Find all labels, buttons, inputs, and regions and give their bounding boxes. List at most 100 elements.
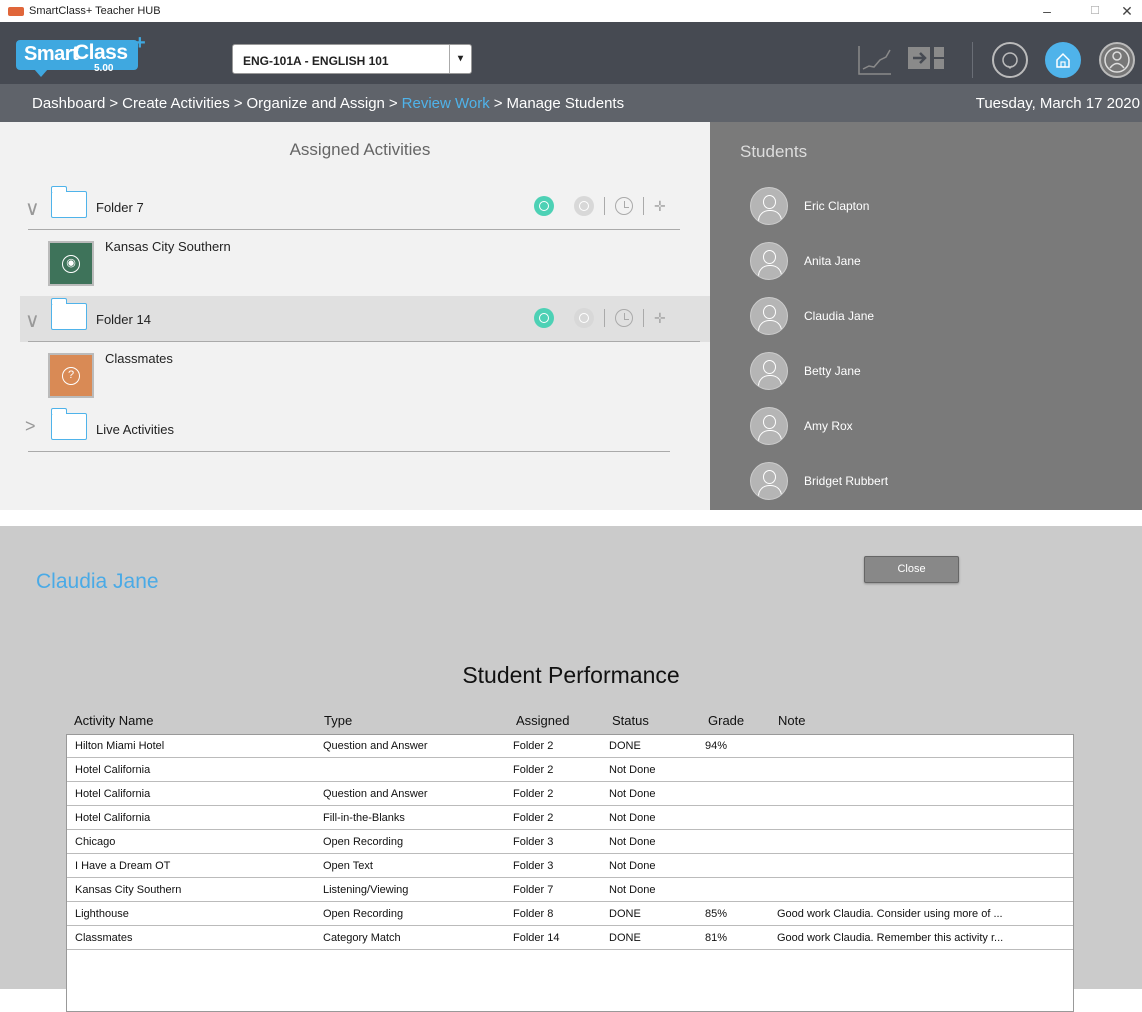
- avatar: [750, 187, 788, 225]
- breadcrumb-review-work[interactable]: Review Work: [402, 95, 490, 112]
- activity-thumbnail[interactable]: ?: [48, 353, 94, 398]
- folder-row-folder-7[interactable]: ∨ Folder 7 ✛: [0, 184, 710, 230]
- folder-row-folder-14[interactable]: ∨ Folder 14 ✛: [20, 296, 710, 342]
- cell-status: Not Done: [609, 884, 656, 896]
- app-header: Smart Class + 5.00: [0, 22, 1142, 84]
- breadcrumb-create-activities[interactable]: Create Activities: [122, 95, 230, 112]
- folder-name: Folder 7: [96, 200, 144, 215]
- move-icon[interactable]: ✛: [654, 198, 666, 215]
- breadcrumb-separator: >: [109, 95, 119, 112]
- folder-actions: ✛: [534, 196, 666, 216]
- activity-row-classmates[interactable]: ? Classmates: [0, 342, 710, 406]
- chevron-right-icon[interactable]: >: [25, 416, 36, 437]
- cell-activity-name: Hotel California: [75, 788, 151, 800]
- cell-status: DONE: [609, 932, 641, 944]
- column-header: Activity Name: [74, 713, 154, 728]
- check-circle-icon[interactable]: [534, 308, 554, 328]
- student-name: Claudia Jane: [804, 309, 875, 323]
- cell-type: Question and Answer: [323, 740, 428, 752]
- check-circle-icon[interactable]: [534, 196, 554, 216]
- folder-icon: [50, 186, 87, 218]
- cell-activity-name: Chicago: [75, 836, 116, 848]
- cell-assigned: Folder 3: [513, 836, 554, 848]
- home-icon[interactable]: [1045, 42, 1081, 78]
- app-window: SmartClass+ Teacher HUB – ☐ ✕ Smart Clas…: [0, 0, 1142, 510]
- cell-status: Not Done: [609, 836, 656, 848]
- student-name: Bridget Rubbert: [804, 474, 889, 488]
- cancel-circle-icon[interactable]: [574, 196, 594, 216]
- table-row[interactable]: Hilton Miami Hotel Question and Answer Fol…: [67, 735, 1073, 758]
- table-row[interactable]: Classmates Category Match Folder 14 DONE 81%…: [67, 927, 1073, 950]
- move-icon[interactable]: ✛: [654, 310, 666, 327]
- breadcrumb-separator: >: [493, 95, 503, 112]
- chevron-down-icon[interactable]: ▾: [449, 45, 471, 73]
- close-window-icon[interactable]: ✕: [1112, 0, 1142, 22]
- cell-type: Question and Answer: [323, 788, 428, 800]
- close-button[interactable]: Close: [864, 556, 959, 583]
- minimize-icon[interactable]: –: [1032, 0, 1062, 22]
- breadcrumb-organize-assign[interactable]: Organize and Assign: [246, 95, 384, 112]
- cell-note: Good work Claudia. Consider using more o…: [777, 908, 1003, 920]
- table-row[interactable]: Hotel California Question and Answer Folde…: [67, 783, 1073, 806]
- action-divider: [604, 309, 605, 327]
- students-title: Students: [740, 142, 808, 161]
- clock-icon[interactable]: [615, 197, 633, 215]
- cell-note: Good work Claudia. Remember this activit…: [777, 932, 1004, 944]
- folder-name: Live Activities: [96, 422, 175, 437]
- folder-row-live-activities[interactable]: > Live Activities: [0, 406, 710, 452]
- cell-activity-name: Hotel California: [75, 764, 151, 776]
- folder-icon: [50, 408, 87, 440]
- course-select-value: ENG-101A - ENGLISH 101: [243, 54, 389, 68]
- chevron-down-icon[interactable]: ∨: [25, 308, 40, 333]
- breadcrumb-manage-students[interactable]: Manage Students: [507, 95, 625, 112]
- cell-activity-name: Lighthouse: [75, 908, 129, 920]
- activity-thumbnail[interactable]: ◉: [48, 241, 94, 286]
- clock-icon[interactable]: [615, 309, 633, 327]
- action-divider: [604, 197, 605, 215]
- refresh-icon[interactable]: [992, 42, 1028, 78]
- student-item[interactable]: Anita Jane: [750, 242, 1130, 282]
- export-icon[interactable]: [908, 42, 954, 78]
- action-divider: [643, 309, 644, 327]
- cancel-circle-icon[interactable]: [574, 308, 594, 328]
- breadcrumb: Dashboard > Create Activities > Organize and…: [32, 95, 624, 112]
- avatar: [750, 462, 788, 500]
- table-row[interactable]: Hotel California Fill-in-the-Blanks Folder…: [67, 807, 1073, 830]
- cell-assigned: Folder 3: [513, 860, 554, 872]
- table-row[interactable]: Chicago Open Recording Folder 3 Not Done: [67, 831, 1073, 854]
- table-row[interactable]: Lighthouse Open Recording Folder 8 DONE 85% G…: [67, 903, 1073, 926]
- assigned-activities-panel: Assigned Activities ∨ Folder 7 ✛ ◉ Kansa…: [0, 122, 710, 510]
- table-row[interactable]: Kansas City Southern Listening/Viewing Fol…: [67, 879, 1073, 902]
- title-bar: SmartClass+ Teacher HUB – ☐ ✕: [0, 0, 1142, 22]
- breadcrumb-separator: >: [388, 95, 398, 112]
- folder-actions: ✛: [534, 308, 666, 328]
- table-row[interactable]: I Have a Dream OT Open Text Folder 3 Not Do…: [67, 855, 1073, 878]
- breadcrumb-bar: Dashboard > Create Activities > Organize and…: [0, 84, 1142, 122]
- chevron-down-icon[interactable]: ∨: [25, 196, 40, 221]
- table-row[interactable]: Hotel California Folder 2 Not Done: [67, 759, 1073, 782]
- cell-grade: 94%: [705, 740, 728, 752]
- maximize-icon[interactable]: ☐: [1080, 0, 1110, 22]
- profile-icon[interactable]: [1099, 42, 1135, 78]
- column-header: Note: [778, 713, 806, 728]
- cell-assigned: Folder 7: [513, 884, 554, 896]
- column-header: Grade: [708, 713, 745, 728]
- student-name: Eric Clapton: [804, 199, 870, 213]
- cell-assigned: Folder 8: [513, 908, 554, 920]
- student-item[interactable]: Claudia Jane: [750, 297, 1130, 337]
- breadcrumb-dashboard[interactable]: Dashboard: [32, 95, 105, 112]
- app-icon: [8, 6, 24, 16]
- cell-status: Not Done: [609, 812, 656, 824]
- student-item[interactable]: Eric Clapton: [750, 187, 1130, 227]
- course-select[interactable]: ENG-101A - ENGLISH 101 ▾: [232, 44, 472, 74]
- student-item[interactable]: Amy Rox: [750, 407, 1130, 447]
- avatar: [750, 297, 788, 335]
- student-item[interactable]: Betty Jane: [750, 352, 1130, 392]
- student-name: Amy Rox: [804, 419, 853, 433]
- activity-row-kansas-city-southern[interactable]: ◉ Kansas City Southern: [0, 230, 710, 294]
- activity-name: Classmates: [105, 351, 173, 366]
- assigned-activities-title: Assigned Activities: [289, 140, 431, 159]
- logo-word-class: Class: [74, 41, 128, 64]
- student-item[interactable]: Bridget Rubbert: [750, 462, 1130, 502]
- chart-line-icon[interactable]: [857, 42, 893, 78]
